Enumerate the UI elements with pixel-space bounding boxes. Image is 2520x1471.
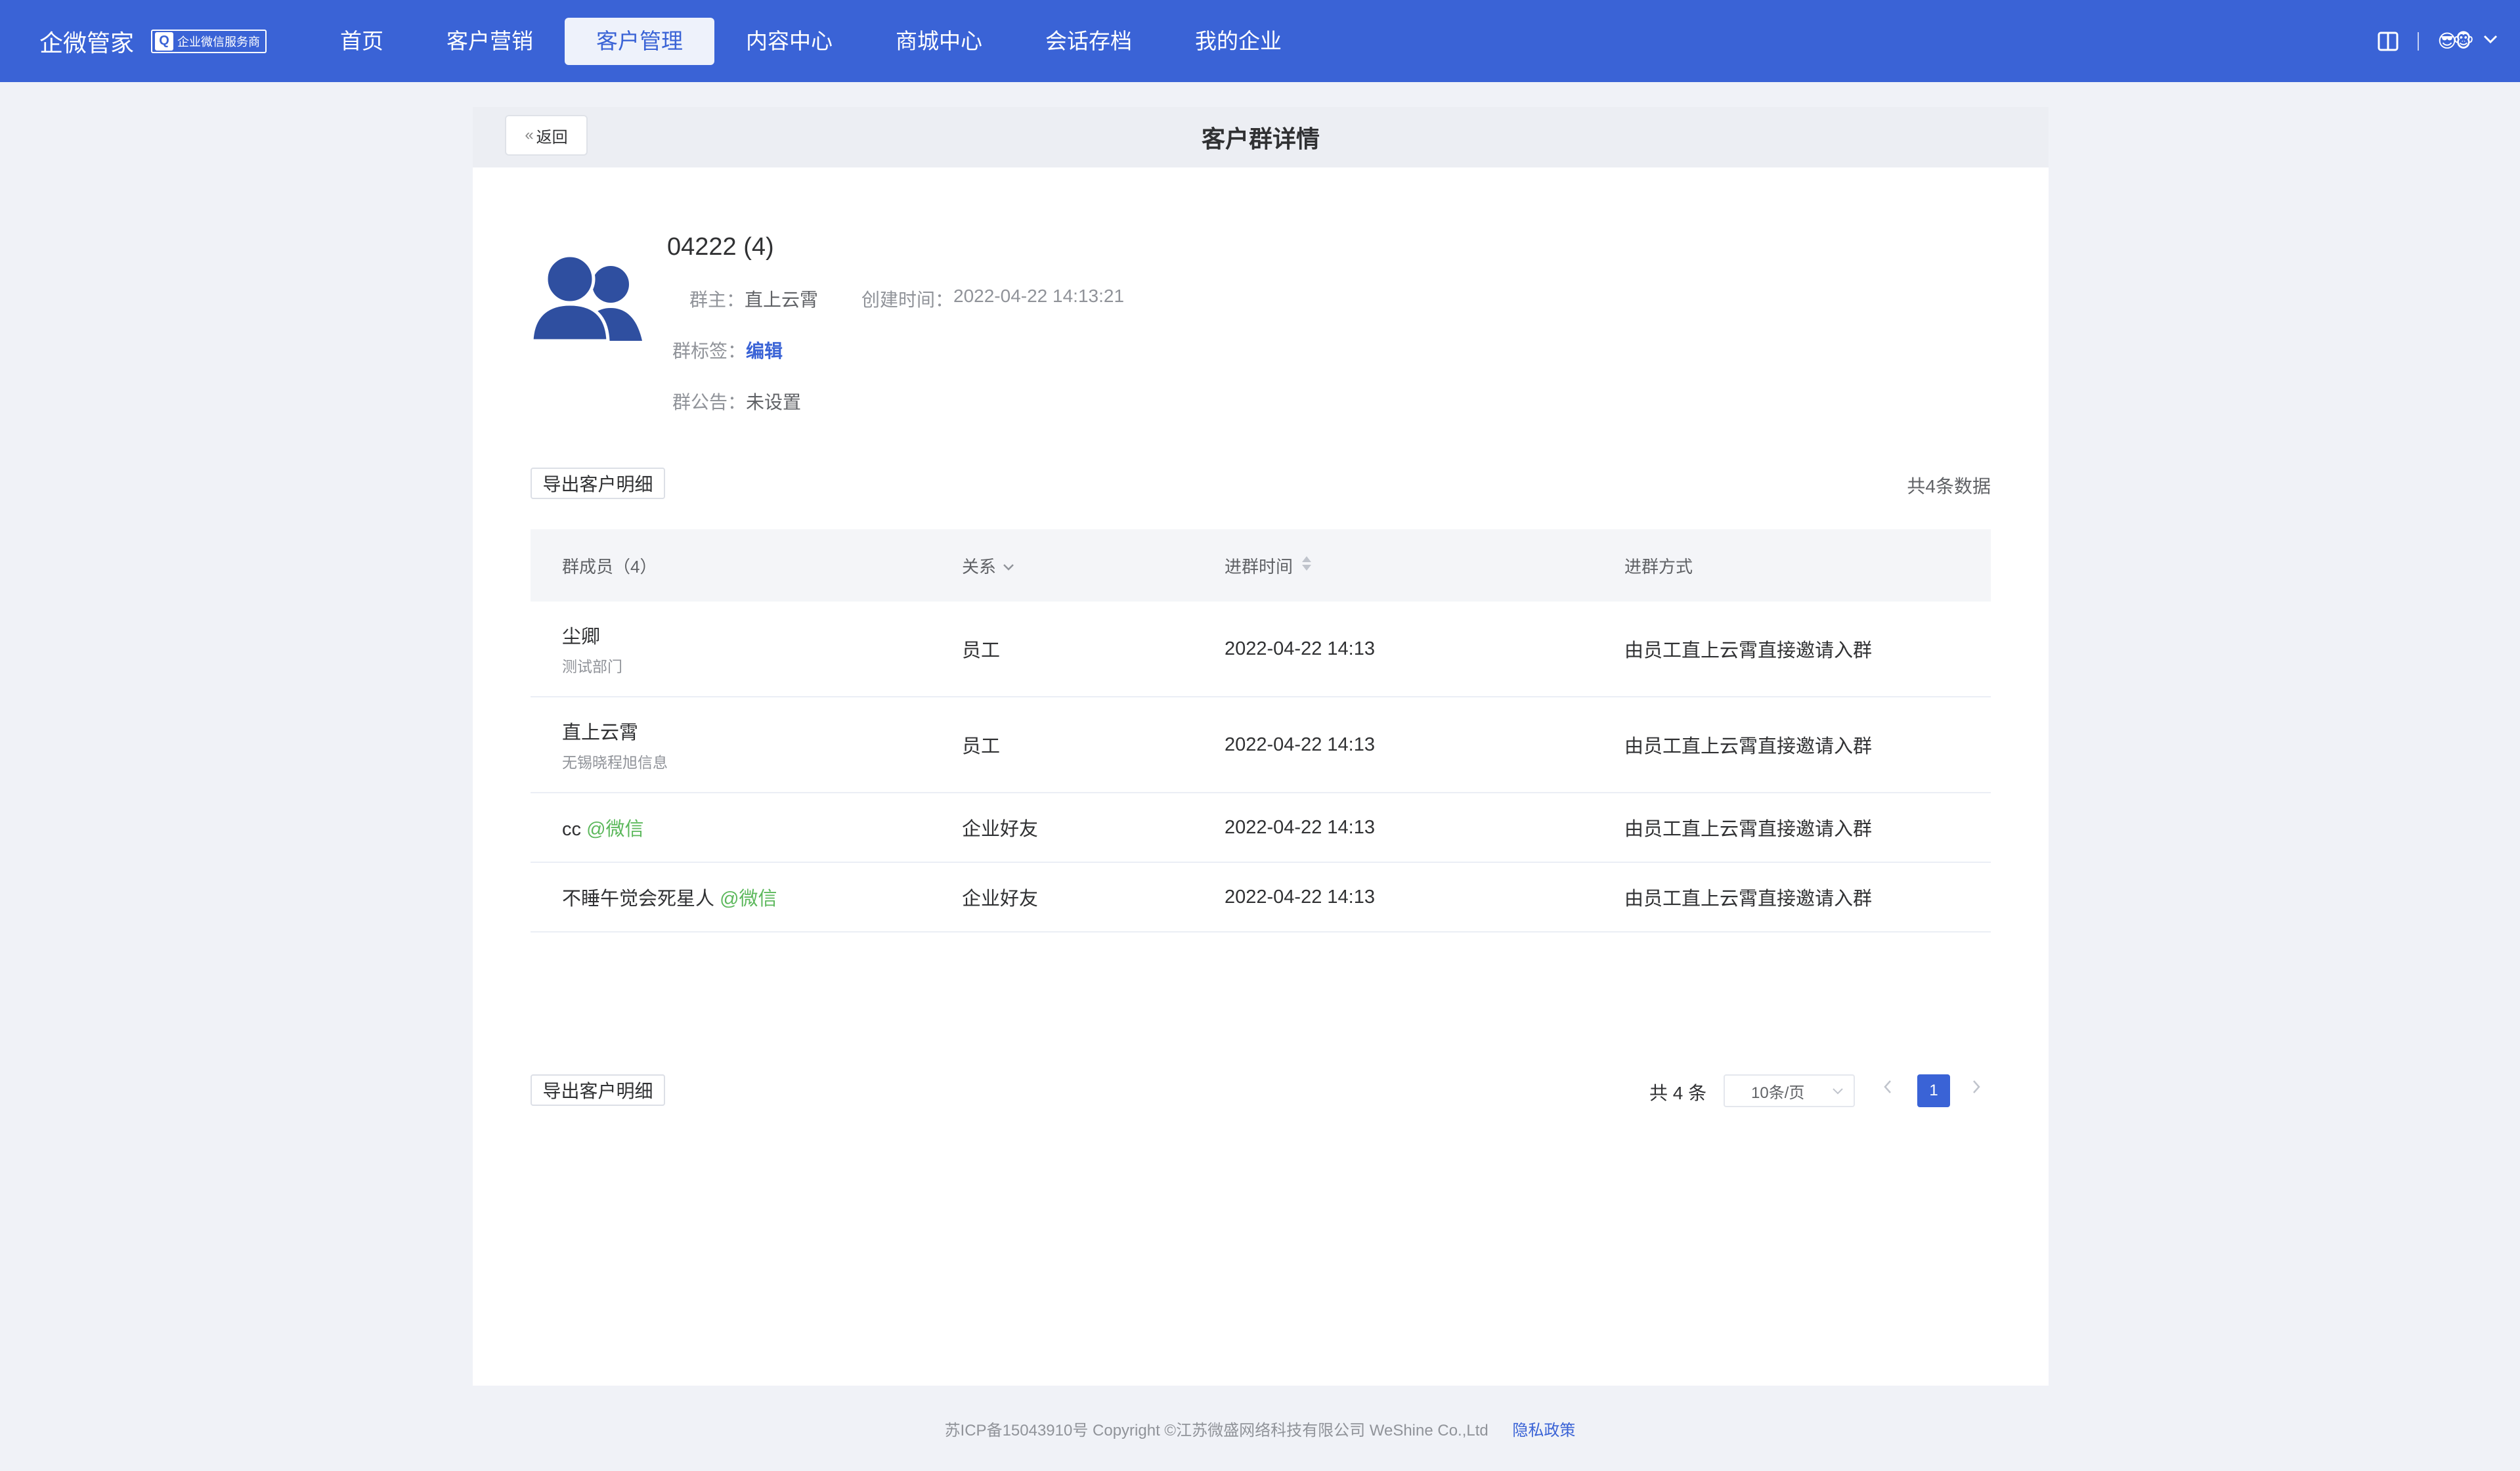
- member-cell: 不睡午觉会死星人 @微信: [562, 863, 777, 931]
- header-relation-label: 关系: [962, 556, 997, 577]
- join-method-cell: 由员工直上云霄直接邀请入群: [1624, 640, 1873, 661]
- notice-value: 未设置: [746, 392, 802, 412]
- group-created-time: 创建时间： 2022-04-22 14:13:21: [861, 286, 1124, 312]
- copyright: 苏ICP备15043910号 Copyright ©江苏微盛网络科技有限公司 W…: [944, 1422, 1488, 1439]
- member-cell: 直上云霄 无锡晓程旭信息: [562, 697, 668, 792]
- member-department: 测试部门: [562, 658, 622, 675]
- table-header: 群成员（4） 关系 进群时间 进群方式: [531, 529, 1991, 602]
- chevron-down-icon[interactable]: [2483, 35, 2498, 47]
- nav-item-home[interactable]: 首页: [309, 18, 415, 65]
- export-customers-button[interactable]: 导出客户明细: [531, 468, 665, 499]
- divider: [2418, 32, 2420, 51]
- nav-item-chat-archive[interactable]: 会话存档: [1014, 18, 1163, 65]
- owner-label: 群主：: [689, 290, 745, 310]
- chevron-down-icon: [1831, 1084, 1844, 1102]
- group-tags: 群标签： 编辑: [672, 337, 783, 363]
- join-time-cell: 2022-04-22 14:13: [1225, 638, 1375, 659]
- group-avatar-icon: [530, 253, 646, 345]
- nav-item-customer-management[interactable]: 客户管理: [565, 17, 714, 65]
- table-row: 不睡午觉会死星人 @微信 企业好友 2022-04-22 14:13 由员工直上…: [531, 863, 1991, 933]
- member-name: 尘卿: [562, 626, 601, 648]
- header-relation[interactable]: 关系: [962, 529, 1014, 602]
- nav-item-content[interactable]: 内容中心: [714, 18, 864, 65]
- member-department: 无锡晓程旭信息: [562, 754, 668, 771]
- join-method-cell: 由员工直上云霄直接邀请入群: [1624, 889, 1873, 910]
- notice-label: 群公告：: [672, 392, 747, 412]
- join-method-cell: 由员工直上云霄直接邀请入群: [1624, 819, 1873, 840]
- wechat-tag: @微信: [586, 819, 644, 840]
- table-row: 尘卿 测试部门 员工 2022-04-22 14:13 由员工直上云霄直接邀请入…: [531, 602, 1991, 697]
- total-count: 共4条数据: [1907, 476, 1991, 496]
- brand-name: 企微管家: [39, 29, 135, 56]
- table-row: 直上云霄 无锡晓程旭信息 员工 2022-04-22 14:13 由员工直上云霄…: [531, 697, 1991, 793]
- member-name-line: cc @微信: [562, 814, 644, 841]
- relation-cell: 企业好友: [962, 819, 1039, 840]
- page-title: 客户群详情: [1201, 125, 1320, 152]
- join-method-cell: 由员工直上云霄直接邀请入群: [1624, 736, 1873, 757]
- top-navbar: 企微管家 Q 企业微信服务商 首页 客户营销 客户管理 内容中心 商城中心 会话…: [0, 0, 2520, 82]
- chevron-down-icon: [1003, 556, 1014, 576]
- group-notice: 群公告： 未设置: [672, 388, 801, 414]
- help-book-icon[interactable]: [2377, 30, 2399, 53]
- header-member: 群成员（4）: [562, 556, 657, 577]
- table-row: cc @微信 企业好友 2022-04-22 14:13 由员工直上云霄直接邀请…: [531, 793, 1991, 863]
- nav-item-marketing[interactable]: 客户营销: [415, 18, 565, 65]
- nav-item-my-company[interactable]: 我的企业: [1163, 18, 1313, 65]
- group-name: 04222 (4): [667, 233, 774, 261]
- nav-item-mall[interactable]: 商城中心: [864, 18, 1014, 65]
- back-button[interactable]: « 返回: [505, 115, 588, 156]
- wework-logo-icon: Q: [155, 32, 174, 51]
- member-cell: cc @微信: [562, 793, 644, 862]
- created-value: 2022-04-22 14:13:21: [953, 286, 1125, 306]
- owner-value: 直上云霄: [745, 290, 819, 310]
- relation-cell: 员工: [962, 640, 1001, 661]
- user-area: 😎🐵: [2377, 0, 2498, 82]
- header-join-time[interactable]: 进群时间: [1225, 529, 1313, 602]
- tags-label: 群标签：: [672, 341, 747, 361]
- edit-tags-link[interactable]: 编辑: [746, 337, 783, 363]
- page-size-value: 10条/页: [1751, 1084, 1805, 1102]
- created-label: 创建时间：: [861, 290, 954, 310]
- header-join-time-label: 进群时间: [1225, 556, 1293, 577]
- wechat-tag: @微信: [720, 889, 777, 910]
- sort-icon[interactable]: [1301, 555, 1313, 577]
- member-name: 直上云霄: [562, 722, 639, 743]
- pagination-total: 共 4 条: [1649, 1083, 1707, 1103]
- member-name-line: 不睡午觉会死星人 @微信: [562, 883, 777, 911]
- members-table: 群成员（4） 关系 进群时间 进群方式 尘卿 测试部门 员工 2022-04-2…: [531, 529, 1991, 933]
- brand[interactable]: 企微管家 Q 企业微信服务商: [39, 0, 267, 82]
- member-name: 不睡午觉会死星人: [562, 889, 715, 910]
- page-size-select[interactable]: 10条/页: [1724, 1074, 1855, 1107]
- relation-cell: 企业好友: [962, 889, 1039, 910]
- main-nav: 首页 客户营销 客户管理 内容中心 商城中心 会话存档 我的企业: [309, 0, 1313, 82]
- group-owner: 群主： 直上云霄: [689, 286, 818, 312]
- next-page-icon[interactable]: [1971, 1078, 1982, 1099]
- join-time-cell: 2022-04-22 14:13: [1225, 886, 1375, 908]
- partner-badge-label: 企业微信服务商: [177, 35, 261, 49]
- join-time-cell: 2022-04-22 14:13: [1225, 816, 1375, 838]
- footer: 苏ICP备15043910号 Copyright ©江苏微盛网络科技有限公司 W…: [0, 1417, 2520, 1440]
- detail-panel: 客户群详情 « 返回 04222 (4) 群主： 直上云霄 创建时间： 2022…: [473, 107, 2049, 1386]
- prev-page-icon[interactable]: [1882, 1078, 1893, 1099]
- partner-badge: Q 企业微信服务商: [151, 29, 267, 53]
- relation-cell: 员工: [962, 736, 1001, 757]
- page-number-current[interactable]: 1: [1917, 1074, 1950, 1107]
- avatar[interactable]: 😎🐵: [2437, 30, 2474, 52]
- export-customers-button-bottom[interactable]: 导出客户明细: [531, 1074, 665, 1106]
- header-join-method: 进群方式: [1624, 556, 1693, 577]
- privacy-policy-link[interactable]: 隐私政策: [1512, 1422, 1575, 1439]
- panel-header: 客户群详情 « 返回: [473, 107, 2049, 167]
- back-label: 返回: [536, 128, 568, 146]
- member-name: cc: [562, 819, 581, 840]
- double-chevron-left-icon: «: [525, 126, 534, 144]
- join-time-cell: 2022-04-22 14:13: [1225, 734, 1375, 755]
- member-cell: 尘卿 测试部门: [562, 602, 622, 696]
